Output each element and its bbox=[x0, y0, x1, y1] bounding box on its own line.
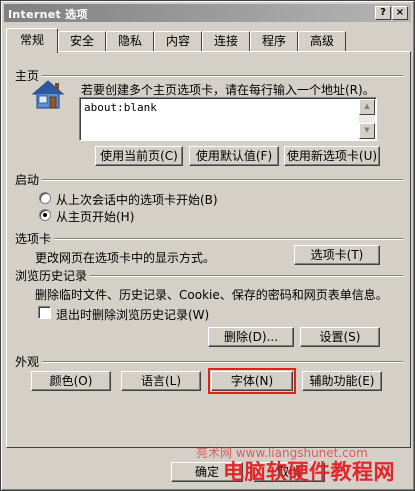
history-settings-button[interactable]: 设置(S) bbox=[300, 327, 380, 347]
home-group-divider bbox=[15, 75, 403, 77]
close-button[interactable]: × bbox=[392, 6, 408, 20]
tab-security[interactable]: 安全 bbox=[58, 31, 106, 52]
title-bar[interactable]: Internet 选项 ? × bbox=[4, 4, 411, 22]
tabs-settings-button[interactable]: 选项卡(T) bbox=[294, 245, 380, 265]
home-icon bbox=[31, 80, 65, 109]
delete-on-exit-label: 退出时删除浏览历史记录(W) bbox=[56, 308, 210, 322]
use-default-button[interactable]: 使用默认值(F) bbox=[189, 146, 279, 166]
tabs-group-title: 选项卡 bbox=[15, 230, 55, 247]
internet-options-dialog: Internet 选项 ? × 常规 安全 隐私 内容 连接 程序 高级 主页 … bbox=[0, 0, 415, 491]
colors-button[interactable]: 颜色(O) bbox=[31, 371, 111, 391]
tabs-group-divider bbox=[15, 238, 403, 240]
use-new-tab-button[interactable]: 使用新选项卡(U) bbox=[284, 146, 380, 166]
languages-button[interactable]: 语言(L) bbox=[121, 371, 201, 391]
radio-start-last-session-label: 从上次会话中的选项卡开始(B) bbox=[56, 193, 218, 207]
tab-connections[interactable]: 连接 bbox=[202, 31, 250, 52]
tabs-desc-text: 更改网页在选项卡中的显示方式。 bbox=[35, 251, 216, 265]
appearance-group-title: 外观 bbox=[15, 353, 43, 370]
tab-content[interactable]: 内容 bbox=[154, 31, 202, 52]
radio-start-home[interactable] bbox=[39, 209, 51, 221]
radio-start-last-session[interactable] bbox=[39, 192, 51, 204]
startup-group-title: 启动 bbox=[15, 171, 43, 188]
delete-on-exit-checkbox[interactable] bbox=[38, 306, 51, 319]
fonts-button[interactable]: 字体(N) bbox=[208, 368, 296, 394]
tab-advanced[interactable]: 高级 bbox=[298, 31, 346, 52]
radio-start-home-label: 从主页开始(H) bbox=[56, 210, 135, 224]
appearance-group-divider bbox=[15, 361, 403, 363]
tab-privacy[interactable]: 隐私 bbox=[106, 31, 154, 52]
tab-general[interactable]: 常规 bbox=[6, 28, 58, 53]
scroll-up-icon[interactable]: ▲ bbox=[359, 99, 375, 115]
history-desc-text: 删除临时文件、历史记录、Cookie、保存的密码和网页表单信息。 bbox=[35, 288, 388, 302]
textarea-scrollbar[interactable]: ▲ ▼ bbox=[359, 99, 375, 139]
home-hint-text: 若要创建多个主页选项卡，请在每行输入一个地址(R)。 bbox=[81, 83, 375, 97]
use-current-button[interactable]: 使用当前页(C) bbox=[95, 146, 183, 166]
home-url-textarea[interactable]: about:blank ▲ ▼ bbox=[79, 97, 377, 141]
home-url-value: about:blank bbox=[84, 101, 157, 114]
history-group-title: 浏览历史记录 bbox=[15, 267, 91, 284]
accessibility-button[interactable]: 辅助功能(E) bbox=[302, 371, 382, 391]
delete-history-button[interactable]: 删除(D)... bbox=[208, 327, 294, 347]
window-title: Internet 选项 bbox=[8, 8, 88, 21]
startup-group-divider bbox=[15, 179, 403, 181]
watermark-brand-text: 电脑软硬件教程网 bbox=[223, 460, 395, 484]
tab-programs[interactable]: 程序 bbox=[250, 31, 298, 52]
scroll-down-icon[interactable]: ▼ bbox=[359, 123, 375, 139]
help-button[interactable]: ? bbox=[375, 6, 391, 20]
